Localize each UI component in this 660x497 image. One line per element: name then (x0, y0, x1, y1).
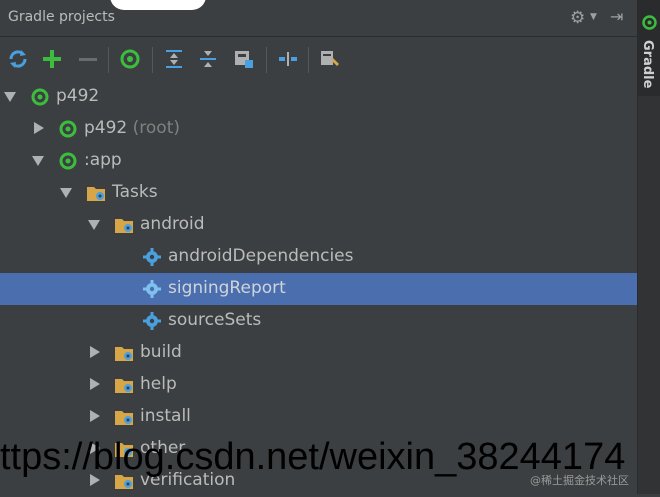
tree-label: signingReport (168, 278, 286, 298)
toolbar (0, 37, 637, 81)
tree-label: androidDependencies (168, 246, 354, 266)
tree-label: p492 (root) (84, 118, 181, 138)
gradle-tree: p492 p492 (root) :app Tasks android andr… (0, 81, 637, 494)
tree-label: build (140, 342, 182, 362)
popup-edge (110, 0, 206, 10)
toolbar-separator (108, 47, 109, 73)
tree-row-build[interactable]: build (0, 337, 637, 369)
gradle-icon (59, 152, 77, 170)
remove-icon[interactable] (76, 47, 100, 71)
tree-label: p492 (56, 86, 100, 106)
toolbar-separator (266, 47, 267, 73)
tree-row-install[interactable]: install (0, 401, 637, 433)
task-folder-icon (115, 219, 133, 233)
gradle-icon (59, 120, 77, 138)
collapse-arrow-icon[interactable] (90, 346, 100, 358)
tree-row-help[interactable]: help (0, 369, 637, 401)
gradle-icon[interactable] (118, 47, 142, 71)
task-folder-icon (115, 347, 133, 361)
gradle-icon (31, 88, 49, 106)
task-gear-icon (143, 312, 161, 330)
task-folder-icon (115, 411, 133, 425)
tree-label: :app (84, 150, 122, 170)
toolbar-separator (308, 47, 309, 73)
tree-row-tasks[interactable]: Tasks (0, 177, 637, 209)
refresh-icon[interactable] (6, 47, 30, 71)
task-folder-icon (115, 379, 133, 393)
task-gear-icon (143, 248, 161, 266)
tree-label: sourceSets (168, 310, 262, 330)
tree-label: help (140, 374, 177, 394)
gradle-icon (642, 15, 657, 30)
expand-arrow-icon[interactable] (88, 220, 100, 230)
window-title: Gradle projects (8, 9, 115, 25)
tree-row-project[interactable]: p492 (0, 81, 637, 113)
add-icon[interactable] (40, 47, 64, 71)
toolbar-separator (152, 47, 153, 73)
collapse-arrow-icon[interactable] (90, 378, 100, 390)
tree-row-source-sets[interactable]: sourceSets (0, 305, 637, 337)
expand-arrow-icon[interactable] (32, 156, 44, 166)
tree-label: install (140, 406, 191, 426)
hide-panel-icon[interactable]: ⇥ (610, 7, 623, 26)
settings-gear-icon[interactable]: ⚙ (570, 8, 585, 28)
gradle-side-tab[interactable]: Gradle (638, 0, 660, 96)
tree-label: Tasks (112, 182, 158, 202)
tree-row-android[interactable]: android (0, 209, 637, 241)
side-tab-label: Gradle (640, 40, 655, 89)
tree-row-app-module[interactable]: :app (0, 145, 637, 177)
attach-icon[interactable] (232, 47, 256, 71)
task-gear-icon (143, 280, 161, 298)
collapse-all-icon[interactable] (196, 47, 220, 71)
collapse-arrow-icon[interactable] (34, 122, 44, 134)
watermark-text: @稀土掘金技术社区 (530, 474, 629, 487)
expand-arrow-icon[interactable] (4, 92, 16, 102)
task-folder-icon (87, 187, 105, 201)
tree-label: android (140, 214, 205, 234)
side-tool-strip: Gradle (637, 0, 660, 494)
collapse-arrow-icon[interactable] (90, 410, 100, 422)
tree-row-android-dependencies[interactable]: androidDependencies (0, 241, 637, 273)
tree-row-root-module[interactable]: p492 (root) (0, 113, 637, 145)
expand-arrow-icon[interactable] (60, 188, 72, 198)
title-bar: Gradle projects ⚙ ▼ ⇥ (0, 0, 637, 37)
chevron-down-icon[interactable]: ▼ (590, 12, 597, 22)
settings-wrench-icon[interactable] (318, 47, 342, 71)
tree-row-signing-report[interactable]: signingReport (0, 273, 637, 305)
toggle-offline-icon[interactable] (276, 47, 300, 71)
expand-all-icon[interactable] (162, 47, 186, 71)
